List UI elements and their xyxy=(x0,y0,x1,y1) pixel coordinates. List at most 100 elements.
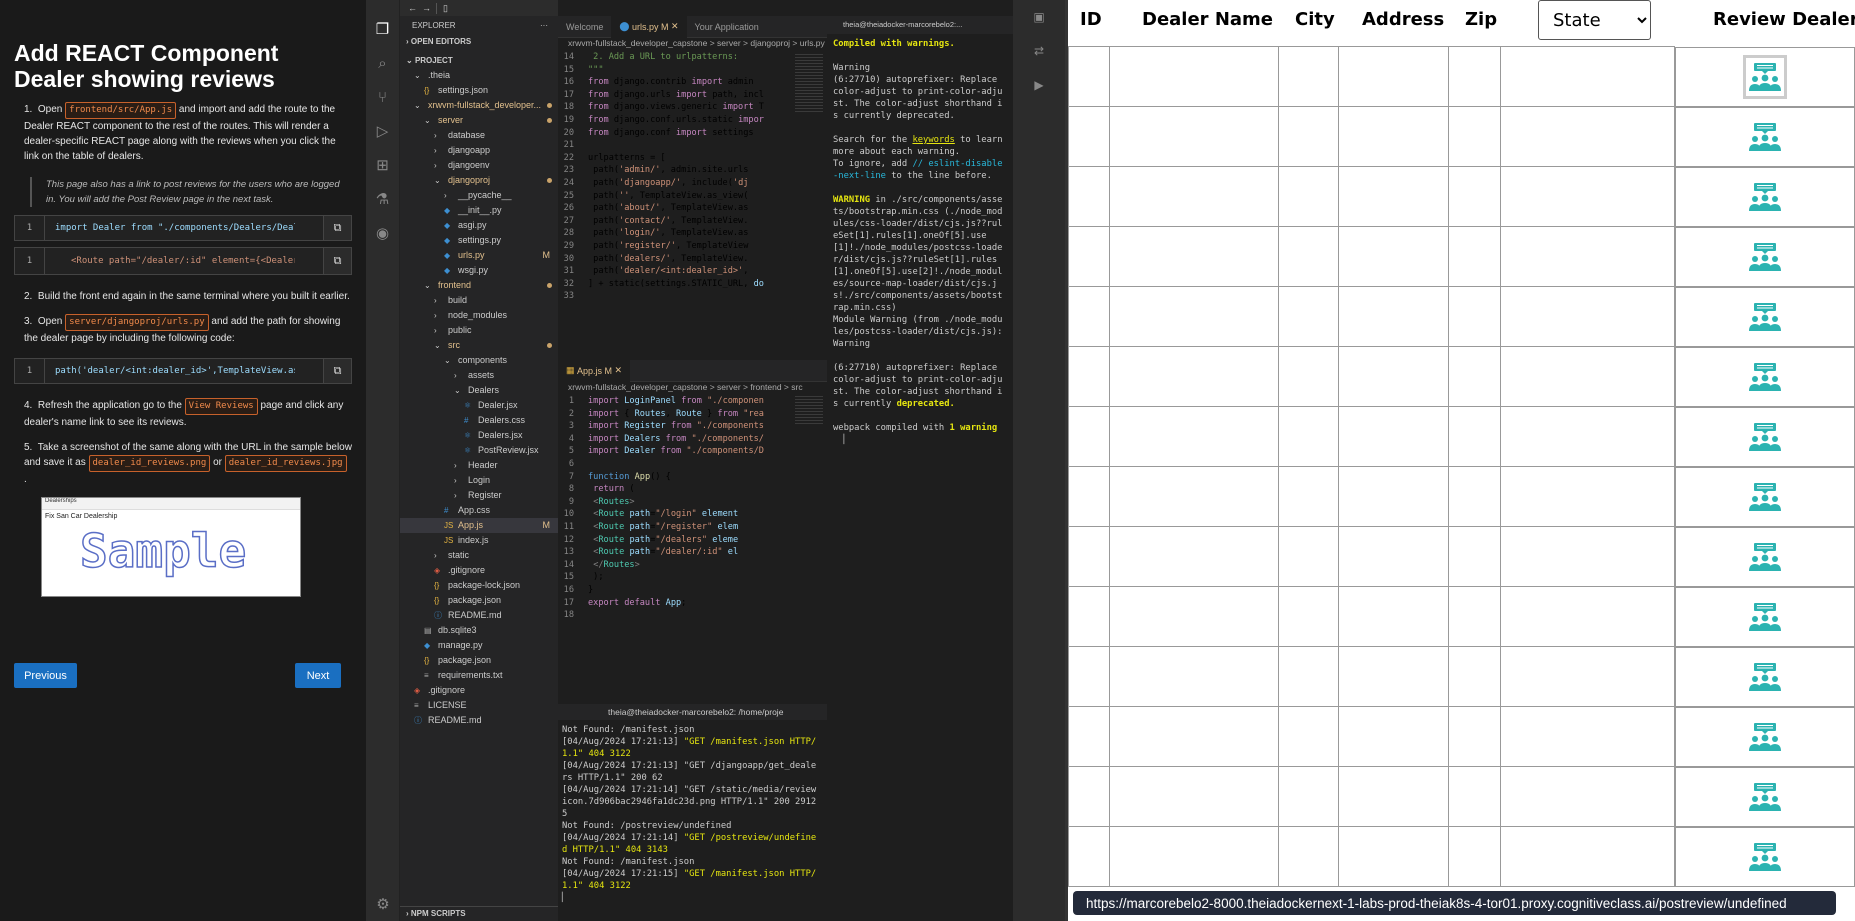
more-icon[interactable]: ··· xyxy=(540,21,548,30)
tree-item[interactable]: › Login xyxy=(400,473,558,488)
tree-item[interactable]: JS index.js xyxy=(400,533,558,548)
tree-item[interactable]: › Register xyxy=(400,488,558,503)
tree-item[interactable]: › assets xyxy=(400,368,558,383)
tree-item[interactable]: JS App.js M xyxy=(400,518,558,533)
state-select[interactable]: State xyxy=(1538,0,1651,40)
review-dealer-icon[interactable] xyxy=(1746,178,1784,216)
review-dealer-icon[interactable] xyxy=(1746,598,1784,636)
review-dealer-icon[interactable] xyxy=(1746,718,1784,756)
review-dealer-icon[interactable] xyxy=(1746,538,1784,576)
table-cell xyxy=(1338,826,1449,887)
tree-item[interactable]: ⓘ README.md xyxy=(400,608,558,623)
code-line: 27 path('contact/', TemplateView. xyxy=(558,215,827,228)
tree-item[interactable]: ⌄ components xyxy=(400,353,558,368)
debug-icon[interactable]: ▷ xyxy=(366,114,399,148)
settings-gear-icon[interactable]: ⚙ xyxy=(366,887,400,921)
review-dealer-icon[interactable] xyxy=(1746,418,1784,456)
close-icon[interactable]: ✕ xyxy=(671,21,679,32)
copy-icon[interactable]: ⧉ xyxy=(323,248,351,274)
tree-item[interactable]: ⌄ server xyxy=(400,113,558,128)
tree-item[interactable]: ◆ asgi.py xyxy=(400,218,558,233)
tree-item[interactable]: {} package.json xyxy=(400,593,558,608)
line-number: 9 xyxy=(568,496,574,507)
tree-item[interactable]: › build xyxy=(400,293,558,308)
tree-item[interactable]: › __pycache__ xyxy=(400,188,558,203)
tree-item[interactable]: ≡ requirements.txt xyxy=(400,668,558,683)
tree-item[interactable]: ◆ manage.py xyxy=(400,638,558,653)
tree-item[interactable]: ⚛ Dealer.jsx xyxy=(400,398,558,413)
tree-item[interactable]: ◆ __init__.py xyxy=(400,203,558,218)
chevron-down-icon: ⌄ xyxy=(434,341,441,350)
tree-item[interactable]: ⌄ src xyxy=(400,338,558,353)
tree-item[interactable]: ⚛ Dealers.jsx xyxy=(400,428,558,443)
open-editors-section[interactable]: › OPEN EDITORS xyxy=(400,34,558,49)
notification-icon[interactable]: ▣ xyxy=(1013,0,1065,34)
review-dealer-icon[interactable] xyxy=(1746,778,1784,816)
chevron-right-icon: › xyxy=(454,476,457,485)
review-dealer-icon[interactable] xyxy=(1746,238,1784,276)
tree-item[interactable]: ⌄ Dealers xyxy=(400,383,558,398)
tab-your-application[interactable]: Your Application xyxy=(687,16,767,38)
remote-icon[interactable]: ◉ xyxy=(366,216,399,250)
explorer-icon[interactable]: ❐ xyxy=(366,12,399,46)
tree-item[interactable]: › database xyxy=(400,128,558,143)
tree-item[interactable]: ▤ db.sqlite3 xyxy=(400,623,558,638)
review-dealer-icon[interactable] xyxy=(1746,658,1784,696)
tree-item[interactable]: ◆ urls.py M xyxy=(400,248,558,263)
tree-item[interactable]: ◆ settings.py xyxy=(400,233,558,248)
tree-item[interactable]: › Header xyxy=(400,458,558,473)
tree-item[interactable]: › node_modules xyxy=(400,308,558,323)
tree-item[interactable]: ⌄ djangoproj xyxy=(400,173,558,188)
forward-arrow-icon[interactable]: → xyxy=(422,3,431,13)
review-dealer-icon[interactable] xyxy=(1746,478,1784,516)
review-dealer-icon[interactable] xyxy=(1746,118,1784,156)
source-control-icon[interactable]: ⑂ xyxy=(366,80,399,114)
review-dealer-icon[interactable] xyxy=(1743,54,1787,99)
previous-button[interactable]: Previous xyxy=(14,663,77,688)
terminal-bottom[interactable]: Not Found: /manifest.json [04/Aug/2024 1… xyxy=(558,720,823,910)
tab-app-js[interactable]: ▦ App.js M ✕ xyxy=(558,360,631,382)
tree-item[interactable]: ⌄ xrwvm-fullstack_developer... xyxy=(400,98,558,113)
tree-item[interactable]: › public xyxy=(400,323,558,338)
table-cell xyxy=(1499,406,1676,467)
review-dealer-icon[interactable] xyxy=(1746,298,1784,336)
tree-item[interactable]: # App.css xyxy=(400,503,558,518)
copy-icon[interactable]: ⧉ xyxy=(323,359,351,383)
npm-scripts-section[interactable]: › NPM SCRIPTS xyxy=(400,906,558,921)
tab-urls-py[interactable]: ⬤ urls.py M ✕ xyxy=(611,16,687,38)
tree-item[interactable]: ⌄ frontend xyxy=(400,278,558,293)
project-section[interactable]: ⌄ PROJECT xyxy=(400,53,558,68)
tree-item[interactable]: {} settings.json xyxy=(400,83,558,98)
layout-icon[interactable]: ▯ xyxy=(436,2,448,14)
copy-icon[interactable]: ⧉ xyxy=(323,216,351,240)
tree-item[interactable]: › static xyxy=(400,548,558,563)
tree-item[interactable]: ◈ .gitignore xyxy=(400,563,558,578)
tree-item[interactable]: ⓘ README.md xyxy=(400,713,558,728)
search-icon[interactable]: ⌕ xyxy=(366,46,399,80)
tab-welcome[interactable]: Welcome xyxy=(558,16,611,38)
next-button[interactable]: Next xyxy=(295,663,341,688)
review-dealer-icon[interactable] xyxy=(1746,358,1784,396)
extensions-icon[interactable]: ⊞ xyxy=(366,148,399,182)
tree-item[interactable]: # Dealers.css xyxy=(400,413,558,428)
table-cell xyxy=(1447,586,1501,647)
share-icon[interactable]: ⇄ xyxy=(1013,34,1065,68)
code-line: 6 xyxy=(558,458,827,471)
tree-item[interactable]: ◈ .gitignore xyxy=(400,683,558,698)
tree-item[interactable]: ⌄ .theia xyxy=(400,68,558,83)
testing-icon[interactable]: ⚗ xyxy=(366,182,399,216)
tree-item[interactable]: ⚛ PostReview.jsx xyxy=(400,443,558,458)
line-number: 18 xyxy=(563,610,574,621)
close-icon[interactable]: ✕ xyxy=(615,365,623,376)
terminal-toggle-icon[interactable]: ▶ xyxy=(1013,68,1065,102)
tree-item[interactable]: ≡ LICENSE xyxy=(400,698,558,713)
tree-item[interactable]: › djangoapp xyxy=(400,143,558,158)
tree-item[interactable]: {} package.json xyxy=(400,653,558,668)
line-code: ] + static(settings.STATIC_URL, do xyxy=(588,278,764,289)
review-dealer-icon[interactable] xyxy=(1746,838,1784,876)
tree-item[interactable]: {} package-lock.json xyxy=(400,578,558,593)
terminal-right[interactable]: Compiled with warnings. Warning (6:27710… xyxy=(827,34,1013,914)
back-arrow-icon[interactable]: ← xyxy=(408,3,417,13)
tree-item[interactable]: ◆ wsgi.py xyxy=(400,263,558,278)
tree-item[interactable]: › djangoenv xyxy=(400,158,558,173)
